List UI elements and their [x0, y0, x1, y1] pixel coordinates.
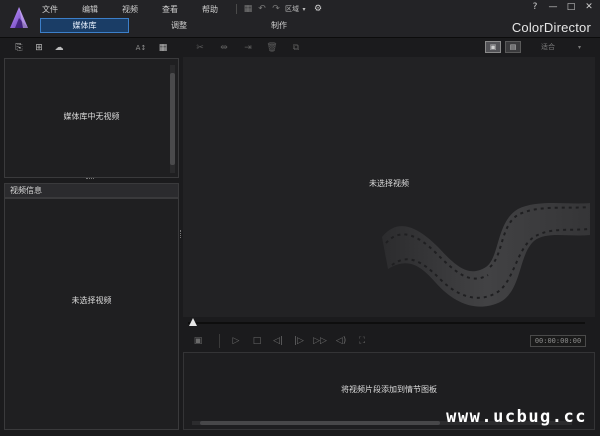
playhead-marker[interactable]: [188, 317, 198, 327]
gear-icon[interactable]: ⚙: [311, 3, 325, 15]
scrollbar-thumb[interactable]: [200, 421, 440, 425]
zoom-dropdown[interactable]: 区域: [285, 4, 299, 14]
timeline-slider[interactable]: [188, 317, 585, 329]
media-library-panel: 媒体库中无视频: [4, 58, 179, 178]
timecode-display: 00:00:00:00: [530, 335, 586, 347]
font-size-button[interactable]: A↕: [134, 42, 148, 54]
tab-adjust[interactable]: 调整: [129, 18, 229, 33]
preview-view-options: ▣ ▤ 适合 ▾: [485, 41, 587, 53]
trash-icon[interactable]: 🗑: [265, 42, 279, 54]
library-view-options: A↕ ▦: [134, 42, 170, 54]
tab-produce[interactable]: 制作: [229, 18, 329, 33]
close-button[interactable]: ✕: [584, 2, 594, 12]
play-icon[interactable]: ▷: [228, 335, 244, 347]
toolbar-divider: [236, 4, 237, 14]
menu-video[interactable]: 视频: [122, 4, 162, 15]
video-info-header: 视频信息: [4, 183, 179, 198]
cut-icon[interactable]: ✂: [193, 42, 207, 54]
menu-view[interactable]: 查看: [162, 4, 202, 15]
minimize-button[interactable]: —: [548, 2, 558, 12]
preview-compare-icon[interactable]: ▤: [505, 41, 521, 53]
menu-bar: 文件 编辑 视频 查看 帮助 ▦ ↶ ↷ 区域 ▾ ⚙: [42, 3, 325, 15]
volume-icon[interactable]: ◁): [333, 335, 349, 347]
cloud-icon[interactable]: ☁: [52, 42, 66, 54]
tab-library[interactable]: 媒体库: [40, 18, 129, 33]
library-empty-message: 媒体库中无视频: [63, 112, 120, 121]
help-button[interactable]: ?: [530, 2, 540, 12]
video-info-panel: 未选择视频: [4, 198, 179, 430]
title-bar: 文件 编辑 视频 查看 帮助 ▦ ↶ ↷ 区域 ▾ ⚙ ? — □ ✕ Colo…: [0, 0, 600, 38]
trim-icon[interactable]: ⇥: [241, 42, 255, 54]
chevron-down-icon[interactable]: ▾: [301, 3, 307, 15]
menu-edit[interactable]: 编辑: [82, 4, 122, 15]
grid-view-icon[interactable]: ▦: [156, 42, 170, 54]
chevron-down-icon: ▾: [577, 43, 581, 51]
import-file-icon[interactable]: ⎘: [12, 42, 26, 54]
preview-empty-message: 未选择视频: [369, 179, 409, 188]
preview-single-icon[interactable]: ▣: [485, 41, 501, 53]
window-controls: ? — □ ✕: [530, 2, 594, 12]
import-folder-icon[interactable]: ⊞: [32, 42, 46, 54]
playback-controls: ▣ ▷ □ ◁| |▷ ▷▷ ◁) ⛶ 00:00:00:00: [190, 333, 586, 349]
library-toolbar: ⎘ ⊞ ☁ A↕ ▦: [4, 40, 178, 56]
preview-toolbar: ✂ ⇹ ⇥ 🗑 ⧉ ▣ ▤ 适合 ▾: [183, 40, 595, 56]
library-scrollbar[interactable]: [170, 65, 175, 173]
storyboard-hint: 将视频片段添加到情节图板: [341, 385, 437, 394]
video-preview: 未选择视频: [183, 57, 595, 317]
fast-forward-icon[interactable]: ▷▷: [312, 335, 328, 347]
undo-icon[interactable]: ↶: [255, 3, 269, 15]
mode-tabs: 媒体库 调整 制作: [40, 18, 329, 33]
brand-name: ColorDirector: [511, 20, 591, 35]
video-info-empty-message: 未选择视频: [71, 296, 112, 305]
menu-help[interactable]: 帮助: [202, 4, 232, 15]
scrollbar-thumb[interactable]: [170, 73, 175, 165]
project-icon[interactable]: ▦: [241, 3, 255, 15]
app-logo-icon: [10, 7, 28, 28]
split-icon[interactable]: ⇹: [217, 42, 231, 54]
next-frame-icon[interactable]: |▷: [291, 335, 307, 347]
vertical-resize-handle[interactable]: [180, 230, 182, 238]
playback-mode-icon[interactable]: ▣: [190, 335, 206, 347]
menu-file[interactable]: 文件: [42, 4, 82, 15]
fit-label: 适合: [541, 43, 555, 51]
previous-frame-icon[interactable]: ◁|: [270, 335, 286, 347]
maximize-button[interactable]: □: [566, 2, 576, 12]
snapshot-icon[interactable]: ⧉: [289, 42, 303, 54]
redo-icon[interactable]: ↷: [269, 3, 283, 15]
fit-dropdown[interactable]: 适合 ▾: [535, 41, 587, 53]
panel-resize-handle[interactable]: [86, 178, 94, 180]
fullscreen-icon[interactable]: ⛶: [354, 335, 370, 347]
watermark: www.ucbug.cc: [446, 407, 587, 427]
timeline-track[interactable]: [188, 322, 585, 324]
playback-divider: [219, 334, 220, 348]
film-strip-illustration: [382, 203, 590, 307]
stop-icon[interactable]: □: [249, 335, 265, 347]
